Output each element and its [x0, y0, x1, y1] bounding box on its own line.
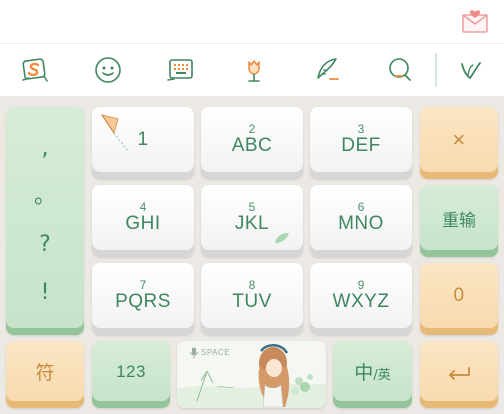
key-1[interactable]: 1: [92, 107, 194, 179]
space-key-label: SPACE: [201, 348, 231, 357]
search-icon[interactable]: [382, 52, 418, 88]
punctuation-column: , 。 ? !: [6, 107, 84, 335]
punct-exclaim-key[interactable]: !: [41, 269, 50, 317]
sogou-logo-icon[interactable]: [17, 52, 53, 88]
leaf-icon: [275, 233, 289, 243]
language-toggle-key[interactable]: 中 /英: [333, 341, 412, 408]
heart-mail-icon[interactable]: [460, 6, 490, 36]
key-4-ghi[interactable]: 4 GHI: [92, 185, 194, 257]
microphone-icon[interactable]: [189, 347, 199, 359]
collapse-chevron-icon[interactable]: [452, 52, 488, 88]
key-8-tuv[interactable]: 8 TUV: [201, 263, 303, 335]
numbers-key[interactable]: 123: [92, 341, 170, 408]
kite-icon: [100, 114, 129, 152]
space-key[interactable]: SPACE: [177, 341, 326, 408]
space-key-artwork: [177, 341, 326, 408]
enter-arrow-icon: [449, 366, 470, 380]
zero-key[interactable]: 0: [420, 263, 498, 335]
language-toggle-label: 中 /英: [354, 362, 391, 384]
top-strip: [0, 0, 504, 44]
key-3-def[interactable]: 3 DEF: [310, 107, 412, 179]
punct-comma-key[interactable]: ,: [42, 125, 49, 173]
key-9-wxyz[interactable]: 9 WXYZ: [310, 263, 412, 335]
enter-key[interactable]: [420, 341, 498, 408]
key-5-jkl[interactable]: 5 JKL: [201, 185, 303, 257]
key-7-pqrs[interactable]: 7 PQRS: [92, 263, 194, 335]
retype-key[interactable]: 重输: [420, 185, 498, 257]
key-1-label: 1: [137, 129, 149, 150]
toolbar-divider: [435, 53, 437, 87]
symbols-key[interactable]: 符: [6, 341, 84, 408]
punct-question-key[interactable]: ?: [39, 221, 51, 269]
keyboard-screen: , 。 ? ! 1 2 ABC 3 DEF × 4 GHI 5 JKL 6 MN…: [0, 0, 504, 414]
keyboard-panel: , 。 ? ! 1 2 ABC 3 DEF × 4 GHI 5 JKL 6 MN…: [0, 96, 504, 414]
key-6-mno[interactable]: 6 MNO: [310, 185, 412, 257]
emoji-face-icon[interactable]: [90, 52, 126, 88]
keyboard-layout-icon[interactable]: [163, 52, 199, 88]
tulip-skin-icon[interactable]: [236, 52, 272, 88]
backspace-key[interactable]: ×: [420, 107, 498, 179]
toolbar: [0, 45, 504, 95]
key-2-abc[interactable]: 2 ABC: [201, 107, 303, 179]
handwriting-quill-icon[interactable]: [309, 52, 345, 88]
punct-period-key[interactable]: 。: [34, 173, 56, 221]
